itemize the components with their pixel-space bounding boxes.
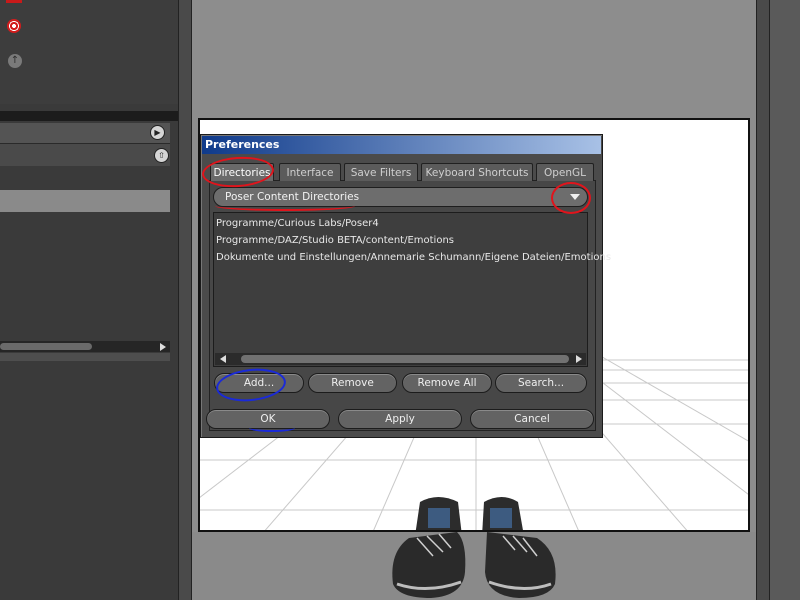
collapse-icon[interactable]: ⇧ <box>154 148 169 163</box>
red-underline-annotation <box>215 201 355 211</box>
tab-interface[interactable]: Interface <box>279 163 341 181</box>
list-item[interactable]: Programme/Curious Labs/Poser4 <box>216 215 379 232</box>
tab-keyboard-shortcuts[interactable]: Keyboard Shortcuts <box>421 163 533 181</box>
left-panel-header <box>0 111 178 121</box>
red-icon-fragment <box>6 0 22 3</box>
list-item[interactable]: Programme/DAZ/Studio BETA/content/Emotio… <box>216 232 454 249</box>
right-panel <box>770 0 800 600</box>
left-panel-toolbar <box>0 123 170 144</box>
list-item[interactable]: Dokumente und Einstellungen/Annemarie Sc… <box>216 249 611 266</box>
play-icon[interactable]: ▶ <box>150 125 165 140</box>
tab-opengl[interactable]: OpenGL <box>536 163 594 181</box>
directory-list[interactable]: Programme/Curious Labs/Poser4 Programme/… <box>213 212 611 367</box>
search-button[interactable]: Search... <box>495 373 587 393</box>
red-circle-annotation <box>551 182 591 214</box>
shoes-bottom <box>392 532 556 598</box>
panel-divider-right[interactable] <box>756 0 770 600</box>
tab-save-filters[interactable]: Save Filters <box>344 163 418 181</box>
cancel-button[interactable]: Cancel <box>470 409 594 429</box>
apply-button[interactable]: Apply <box>338 409 462 429</box>
remove-button[interactable]: Remove <box>308 373 397 393</box>
viewport-floor-bottom <box>192 532 756 600</box>
remove-all-button[interactable]: Remove All <box>402 373 492 393</box>
left-panel-selected-item[interactable] <box>0 190 170 212</box>
scroll-right-arrow-icon[interactable] <box>576 355 582 363</box>
left-panel-subheader <box>0 144 170 166</box>
left-panel-footer <box>0 353 170 361</box>
blue-underline-annotation <box>249 424 295 432</box>
scroll-left-arrow-icon[interactable] <box>220 355 226 363</box>
scroll-right-arrow-icon[interactable] <box>160 343 166 351</box>
target-icon[interactable] <box>7 19 21 33</box>
left-panel-scroll-thumb[interactable] <box>0 343 92 350</box>
list-scroll-thumb[interactable] <box>241 355 569 363</box>
left-panel-top <box>0 0 178 104</box>
character-shoes <box>415 497 523 530</box>
upload-icon[interactable]: ↑ <box>8 54 22 68</box>
panel-divider-left[interactable] <box>178 0 192 600</box>
dialog-title: Preferences <box>202 136 601 154</box>
